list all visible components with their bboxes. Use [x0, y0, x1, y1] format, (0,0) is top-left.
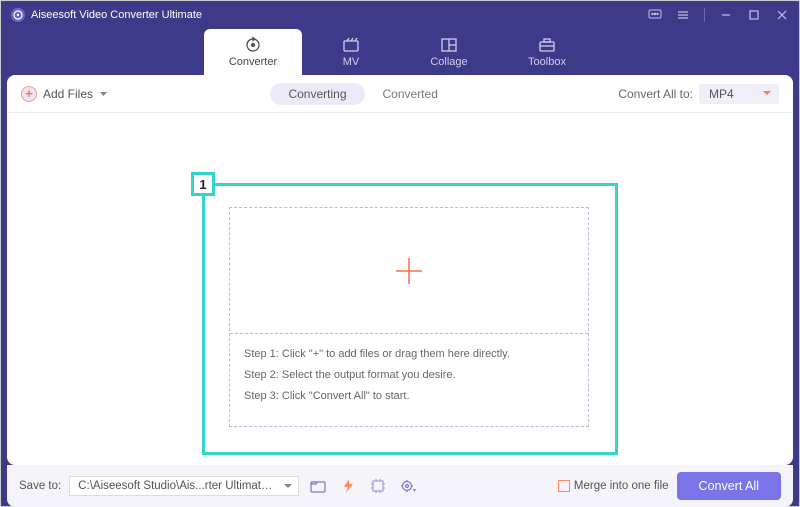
tab-mv[interactable]: MV [302, 29, 400, 75]
checkbox-icon [558, 480, 570, 492]
tab-label: Collage [430, 56, 467, 68]
merge-label: Merge into one file [574, 480, 669, 492]
plus-icon: + [21, 86, 37, 102]
content-area: 1 Step 1: Click "+" to add files or drag… [7, 113, 793, 465]
tab-converter[interactable]: Converter [204, 29, 302, 75]
drop-zone[interactable]: Step 1: Click "+" to add files or drag t… [229, 207, 589, 427]
maximize-icon[interactable] [747, 8, 761, 22]
tab-label: Converter [229, 56, 277, 68]
convert-all-to: Convert All to: MP4 [618, 84, 779, 104]
minimize-icon[interactable] [719, 8, 733, 22]
subtab-converted[interactable]: Converted [365, 83, 456, 105]
divider [704, 8, 705, 22]
add-files-label: Add Files [43, 87, 93, 101]
sub-toolbar: + Add Files Converting Converted Convert… [7, 75, 793, 113]
subtab-converting[interactable]: Converting [270, 83, 364, 105]
chevron-down-icon [99, 89, 108, 98]
drop-zone-add[interactable] [230, 208, 588, 334]
convert-all-to-label: Convert All to: [618, 87, 693, 101]
merge-checkbox[interactable]: Merge into one file [558, 480, 669, 492]
gpu-on-icon[interactable] [337, 476, 359, 496]
gpu-off-icon[interactable] [367, 476, 389, 496]
instructions: Step 1: Click "+" to add files or drag t… [230, 334, 588, 417]
add-files-button[interactable]: + Add Files [21, 86, 108, 102]
footer-bar: Save to: C:\Aiseesoft Studio\Ais...rter … [7, 465, 793, 507]
settings-icon[interactable] [397, 476, 419, 496]
main-tabs: Converter MV Collage Toolbox [1, 29, 799, 75]
add-plus-icon [392, 254, 426, 288]
tab-collage[interactable]: Collage [400, 29, 498, 75]
convert-all-button[interactable]: Convert All [677, 472, 781, 500]
status-tabs: Converting Converted [270, 83, 455, 105]
format-selector[interactable]: MP4 [699, 84, 779, 104]
app-logo-icon [11, 8, 25, 22]
tab-toolbox[interactable]: Toolbox [498, 29, 596, 75]
step-1: Step 1: Click "+" to add files or drag t… [244, 344, 574, 365]
save-to-label: Save to: [19, 480, 61, 492]
tutorial-badge: 1 [191, 172, 215, 196]
step-3: Step 3: Click "Convert All" to start. [244, 386, 574, 407]
collage-icon [440, 36, 458, 54]
app-title: Aiseesoft Video Converter Ultimate [31, 9, 202, 21]
converter-icon [244, 36, 262, 54]
open-folder-icon[interactable] [307, 476, 329, 496]
step-2: Step 2: Select the output format you des… [244, 365, 574, 386]
feedback-icon[interactable] [648, 8, 662, 22]
mv-icon [342, 36, 360, 54]
tab-label: Toolbox [528, 56, 566, 68]
titlebar: Aiseesoft Video Converter Ultimate [1, 1, 799, 29]
main-panel: + Add Files Converting Converted Convert… [7, 75, 793, 465]
menu-icon[interactable] [676, 8, 690, 22]
save-path-selector[interactable]: C:\Aiseesoft Studio\Ais...rter Ultimate\… [69, 476, 299, 496]
tab-label: MV [343, 56, 360, 68]
toolbox-icon [538, 36, 556, 54]
close-icon[interactable] [775, 8, 789, 22]
